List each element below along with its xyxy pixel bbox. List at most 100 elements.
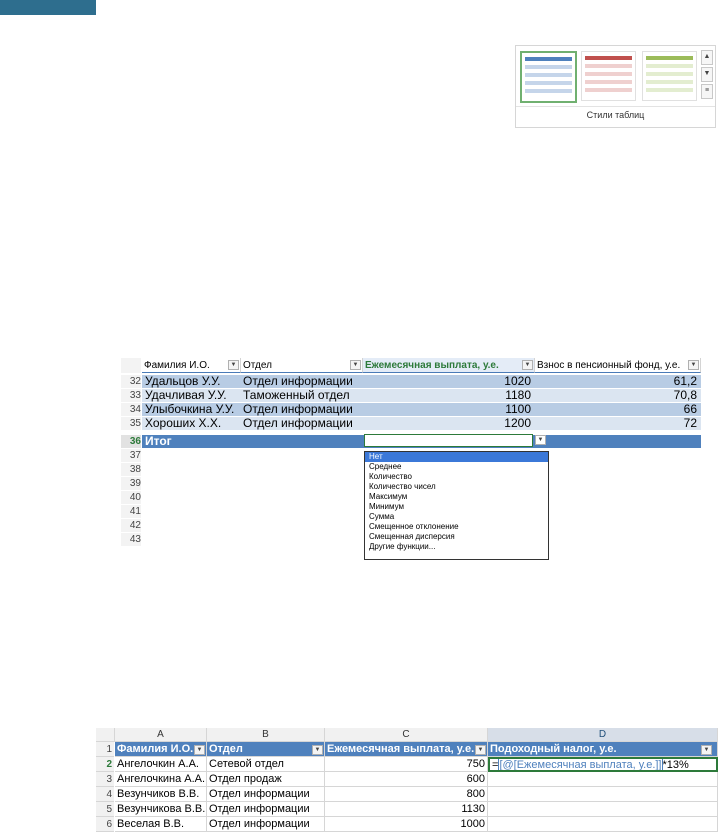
gallery-more-icon[interactable]: ≡ bbox=[701, 84, 713, 99]
row-number[interactable]: 32 bbox=[121, 375, 141, 388]
cell-dept[interactable]: Отдел информации bbox=[243, 403, 361, 416]
cell-dept[interactable]: Отдел продаж bbox=[207, 772, 325, 787]
total-label: Итог bbox=[145, 435, 172, 448]
row-number[interactable]: 34 bbox=[121, 403, 141, 416]
cell-name[interactable]: Удальцов У.У. bbox=[145, 375, 241, 388]
gallery-down-icon[interactable]: ▼ bbox=[701, 67, 713, 82]
row-number[interactable]: 42 bbox=[121, 519, 141, 532]
row-number[interactable]: 3 bbox=[96, 772, 114, 787]
column-header-a[interactable]: A bbox=[115, 728, 207, 742]
filter-dropdown-icon[interactable]: ▼ bbox=[312, 745, 323, 755]
cell-pay[interactable]: 1200 bbox=[363, 417, 531, 430]
total-function-menu[interactable]: Нет Среднее Количество Количество чисел … bbox=[364, 451, 549, 560]
column-header-d[interactable]: D bbox=[488, 728, 718, 742]
cell-tax[interactable] bbox=[488, 802, 718, 817]
row-number[interactable]: 37 bbox=[121, 449, 141, 462]
table-style-red[interactable] bbox=[581, 51, 636, 101]
filter-dropdown-icon[interactable]: ▼ bbox=[228, 360, 239, 370]
menu-item[interactable]: Сумма bbox=[365, 512, 548, 522]
row-number[interactable]: 39 bbox=[121, 477, 141, 490]
total-cell-selected[interactable] bbox=[364, 434, 533, 447]
row-number[interactable]: 33 bbox=[121, 389, 141, 402]
cell-dept[interactable]: Отдел информации bbox=[207, 787, 325, 802]
menu-item[interactable]: Среднее bbox=[365, 462, 548, 472]
formula-cell[interactable]: =[@[Ежемесячная выплата, у.е.]]*13% bbox=[488, 757, 718, 772]
filter-dropdown-icon[interactable]: ▼ bbox=[688, 360, 699, 370]
header-tax: Подоходный налог, у.е. bbox=[488, 742, 718, 757]
menu-item[interactable]: Другие функции... bbox=[365, 542, 548, 552]
cell-fund[interactable]: 72 bbox=[535, 417, 697, 430]
table-styles-gallery[interactable]: ▲ ▼ ≡ Стили таблиц bbox=[515, 45, 716, 128]
corner-select-all[interactable] bbox=[121, 358, 141, 373]
header-pay: Ежемесячная выплата, у.е. bbox=[363, 358, 535, 373]
cell-pay[interactable]: 600 bbox=[325, 772, 488, 787]
formula-reference: [@[Ежемесячная выплата, у.е.]] bbox=[498, 759, 663, 771]
cell-name[interactable]: Ангелочкин А.А. bbox=[115, 757, 207, 772]
menu-item[interactable]: Минимум bbox=[365, 502, 548, 512]
cell-pay[interactable]: 750 bbox=[325, 757, 488, 772]
cell-tax[interactable] bbox=[488, 787, 718, 802]
corner-select-all[interactable] bbox=[96, 728, 115, 742]
row-number[interactable]: 5 bbox=[96, 802, 114, 817]
row-number[interactable]: 2 bbox=[96, 757, 114, 772]
row-number[interactable]: 41 bbox=[121, 505, 141, 518]
filter-dropdown-icon[interactable]: ▼ bbox=[522, 360, 533, 370]
cell-name[interactable]: Веселая В.В. bbox=[115, 817, 207, 832]
gallery-up-icon[interactable]: ▲ bbox=[701, 50, 713, 65]
header-fund: Взнос в пенсионный фонд, у.е. bbox=[535, 358, 701, 373]
cell-dept[interactable]: Отдел информации bbox=[207, 817, 325, 832]
row-number[interactable]: 40 bbox=[121, 491, 141, 504]
cell-pay[interactable]: 1180 bbox=[363, 389, 531, 402]
table-style-blue[interactable] bbox=[520, 51, 577, 103]
header-pay: Ежемесячная выплата, у.е. bbox=[325, 742, 488, 757]
cell-pay[interactable]: 1000 bbox=[325, 817, 488, 832]
cell-dept[interactable]: Таможенный отдел bbox=[243, 389, 361, 402]
cell-pay[interactable]: 800 bbox=[325, 787, 488, 802]
table-style-green[interactable] bbox=[642, 51, 697, 101]
row-number[interactable]: 36 bbox=[121, 435, 141, 448]
cell-pay[interactable]: 1100 bbox=[363, 403, 531, 416]
menu-item[interactable]: Нет bbox=[365, 452, 548, 462]
filter-dropdown-icon[interactable]: ▼ bbox=[194, 745, 205, 755]
cell-dept[interactable]: Сетевой отдел bbox=[207, 757, 325, 772]
cell-name[interactable]: Удачливая У.У. bbox=[145, 389, 241, 402]
cell-fund[interactable]: 66 bbox=[535, 403, 697, 416]
filter-dropdown-icon[interactable]: ▼ bbox=[350, 360, 361, 370]
row-number[interactable]: 35 bbox=[121, 417, 141, 430]
menu-item[interactable]: Количество bbox=[365, 472, 548, 482]
filter-dropdown-icon[interactable]: ▼ bbox=[701, 745, 712, 755]
total-function-dropdown-icon[interactable]: ▼ bbox=[535, 435, 546, 445]
header-name: Фамилия И.О. bbox=[142, 358, 241, 373]
cell-name[interactable]: Улыбочкина У.У. bbox=[145, 403, 241, 416]
cell-name[interactable]: Везунчикова В.В. bbox=[115, 802, 207, 817]
cell-pay[interactable]: 1020 bbox=[363, 375, 531, 388]
filter-dropdown-icon[interactable]: ▼ bbox=[475, 745, 486, 755]
row-number[interactable]: 4 bbox=[96, 787, 114, 802]
column-header-c[interactable]: C bbox=[325, 728, 488, 742]
cell-pay[interactable]: 1130 bbox=[325, 802, 488, 817]
cell-dept[interactable]: Отдел информации bbox=[207, 802, 325, 817]
cell-tax[interactable] bbox=[488, 817, 718, 832]
menu-item[interactable]: Смещенная дисперсия bbox=[365, 532, 548, 542]
ribbon-tab-strip bbox=[0, 0, 96, 15]
row-number[interactable]: 6 bbox=[96, 817, 114, 832]
row-number[interactable]: 1 bbox=[96, 742, 114, 757]
menu-item[interactable]: Максимум bbox=[365, 492, 548, 502]
header-dept: Отдел bbox=[207, 742, 325, 757]
row-number[interactable]: 38 bbox=[121, 463, 141, 476]
row-number[interactable]: 43 bbox=[121, 533, 141, 546]
cell-fund[interactable]: 61,2 bbox=[535, 375, 697, 388]
cell-name[interactable]: Хороших Х.Х. bbox=[145, 417, 241, 430]
cell-dept[interactable]: Отдел информации bbox=[243, 375, 361, 388]
gallery-caption: Стили таблиц bbox=[586, 110, 645, 120]
menu-item[interactable]: Количество чисел bbox=[365, 482, 548, 492]
cell-tax[interactable] bbox=[488, 772, 718, 787]
cell-fund[interactable]: 70,8 bbox=[535, 389, 697, 402]
column-header-b[interactable]: B bbox=[207, 728, 325, 742]
cell-name[interactable]: Везунчиков В.В. bbox=[115, 787, 207, 802]
cell-dept[interactable]: Отдел информации bbox=[243, 417, 361, 430]
menu-item[interactable]: Смещенное отклонение bbox=[365, 522, 548, 532]
header-dept: Отдел bbox=[241, 358, 363, 373]
gallery-divider bbox=[516, 106, 715, 107]
cell-name[interactable]: Ангелочкина А.А. bbox=[115, 772, 207, 787]
